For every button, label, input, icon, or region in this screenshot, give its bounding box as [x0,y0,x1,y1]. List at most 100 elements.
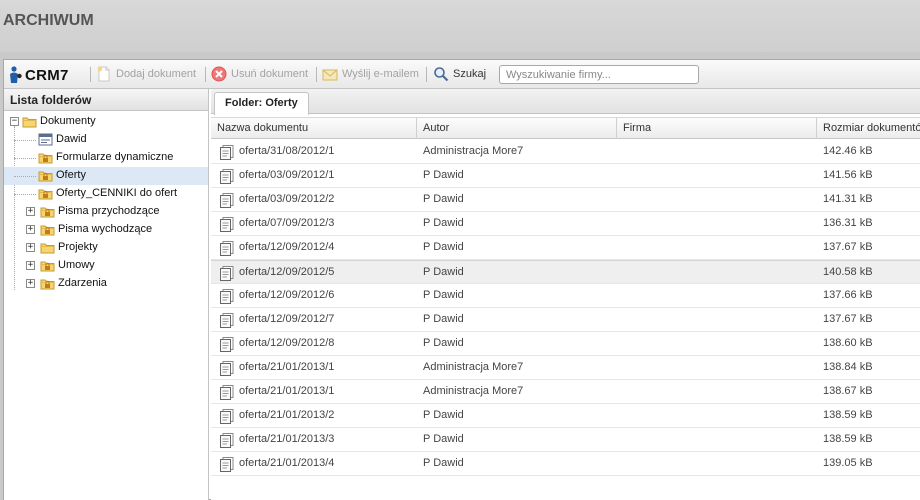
expand-toggle[interactable]: + [26,243,35,252]
cell-size: 137.66 kB [823,289,873,301]
table-row[interactable]: oferta/21/01/2013/1 Administracja More7 13… [211,356,920,380]
tab-strip: Folder: Oferty [211,89,920,115]
grid-header: Nazwa dokumentu Autor Firma Rozmiar doku… [211,117,920,139]
delete-document-label: Usuń dokument [231,68,309,80]
logo-text: CRM7 [25,66,69,84]
folder-label: Pisma wychodzące [58,223,153,235]
folder-item[interactable]: + Pisma wychodzące [4,221,208,239]
toolbar: CRM7 Dodaj dokument Usuń dokument Wyślij… [4,60,920,89]
table-row[interactable]: oferta/03/09/2012/2 P Dawid 141.31 kB [211,188,920,212]
cell-author: P Dawid [423,193,464,205]
send-email-button[interactable]: Wyślij e-mailem [322,64,419,84]
folder-item[interactable]: Oferty_CENNIKI do ofert [4,185,208,203]
toolbar-divider [426,67,427,82]
cell-document-name: oferta/31/08/2012/1 [239,145,335,157]
toolbar-divider [316,67,317,82]
document-icon [220,385,234,400]
table-row[interactable]: oferta/12/09/2012/6 P Dawid 137.66 kB [211,284,920,308]
cell-author: P Dawid [423,241,464,253]
search-button[interactable]: Szukaj [433,64,486,84]
document-icon [220,289,234,304]
cell-size: 142.46 kB [823,145,873,157]
folder-item[interactable]: + Projekty [4,239,208,257]
column-header-name[interactable]: Nazwa dokumentu [211,118,417,139]
cell-author: P Dawid [423,313,464,325]
folder-root-dokumenty[interactable]: − Dokumenty [4,113,208,131]
folder-item[interactable]: + Zdarzenia [4,275,208,293]
cell-document-name: oferta/21/01/2013/1 [239,385,335,397]
toolbar-divider [205,67,206,82]
folder-item[interactable]: + Pisma przychodzące [4,203,208,221]
folder-label: Zdarzenia [58,277,107,289]
tree-connector [14,140,36,141]
folder-label: Umowy [58,259,95,271]
table-row[interactable]: oferta/21/01/2013/2 P Dawid 138.59 kB [211,404,920,428]
cell-document-name: oferta/12/09/2012/8 [239,337,335,349]
search-icon [434,67,449,82]
cell-author: P Dawid [423,169,464,181]
locked-folder-icon [38,153,53,164]
document-icon [220,217,234,232]
table-row[interactable]: oferta/21/01/2013/1 Administracja More7 13… [211,380,920,404]
cell-document-name: oferta/12/09/2012/6 [239,289,335,301]
table-row[interactable]: oferta/12/09/2012/8 P Dawid 138.60 kB [211,332,920,356]
form-icon [38,133,53,146]
expand-toggle[interactable]: + [26,225,35,234]
document-icon [220,266,234,281]
page-title: ARCHIWUM [3,12,94,29]
tab-folder-oferty[interactable]: Folder: Oferty [214,92,309,115]
expand-toggle[interactable]: + [26,279,35,288]
document-icon [220,409,234,424]
cell-size: 138.59 kB [823,409,873,421]
tree-connector [14,158,36,159]
cell-document-name: oferta/21/01/2013/4 [239,457,335,469]
company-search-input[interactable] [499,65,699,84]
cell-document-name: oferta/03/09/2012/2 [239,193,335,205]
column-header-company[interactable]: Firma [617,118,817,139]
page-header: ARCHIWUM [0,0,920,52]
column-header-author[interactable]: Autor [417,118,617,139]
documents-panel: Folder: Oferty Nazwa dokumentu Autor Fir… [211,89,920,500]
cell-size: 138.84 kB [823,361,873,373]
cell-document-name: oferta/21/01/2013/2 [239,409,335,421]
cell-size: 139.05 kB [823,457,873,469]
expand-toggle[interactable]: + [26,207,35,216]
open-folder-icon [22,117,37,128]
cell-author: P Dawid [423,433,464,445]
folder-item[interactable]: Formularze dynamiczne [4,149,208,167]
column-header-size[interactable]: Rozmiar dokumentów [817,118,920,139]
table-row[interactable]: oferta/12/09/2012/4 P Dawid 137.67 kB [211,236,920,260]
add-document-button[interactable]: Dodaj dokument [96,64,196,84]
locked-folder-icon [40,207,55,218]
table-row[interactable]: oferta/07/09/2012/3 P Dawid 136.31 kB [211,212,920,236]
locked-folder-icon [38,189,53,200]
collapse-toggle[interactable]: − [10,117,19,126]
add-document-label: Dodaj dokument [116,68,197,80]
folder-item[interactable]: + Umowy [4,257,208,275]
delete-icon [211,66,227,82]
delete-document-button[interactable]: Usuń dokument [211,64,308,84]
document-icon [220,433,234,448]
person-icon [10,66,22,83]
cell-size: 141.56 kB [823,169,873,181]
table-row[interactable]: oferta/03/09/2012/1 P Dawid 141.56 kB [211,164,920,188]
folder-sidebar: Lista folderów − Dokumenty Dawid Formularze… [4,89,209,500]
folder-item[interactable]: Dawid [4,131,208,149]
document-icon [220,241,234,256]
archive-app: CRM7 Dodaj dokument Usuń dokument Wyślij… [3,59,920,500]
table-row[interactable]: oferta/31/08/2012/1 Administracja More7 14… [211,140,920,164]
table-row[interactable]: oferta/21/01/2013/4 P Dawid 139.05 kB [211,452,920,476]
cell-author: Administracja More7 [423,145,524,157]
folder-label: Projekty [58,241,98,253]
cell-size: 136.31 kB [823,217,873,229]
cell-author: Administracja More7 [423,385,524,397]
table-row[interactable]: oferta/21/01/2013/3 P Dawid 138.59 kB [211,428,920,452]
expand-toggle[interactable]: + [26,261,35,270]
document-icon [220,457,234,472]
folder-item[interactable]: Oferty [4,167,208,185]
table-row[interactable]: oferta/12/09/2012/7 P Dawid 137.67 kB [211,308,920,332]
table-row[interactable]: oferta/12/09/2012/5 P Dawid 140.58 kB [211,260,920,284]
document-icon [220,193,234,208]
document-icon [220,169,234,184]
locked-folder-icon [38,171,53,182]
